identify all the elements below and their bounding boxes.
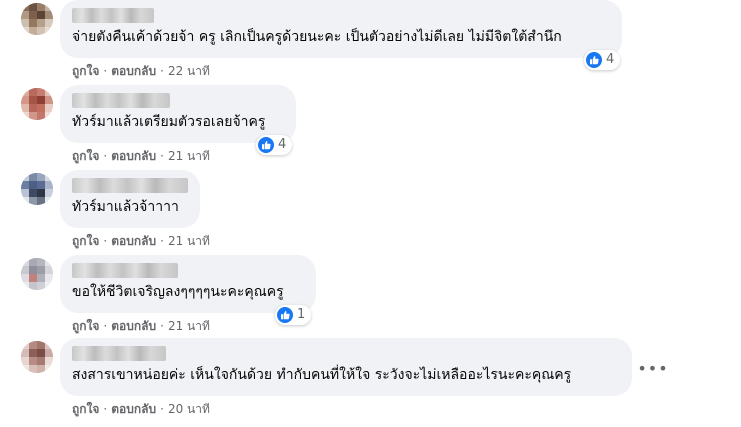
separator: · bbox=[160, 319, 164, 333]
avatar[interactable] bbox=[21, 3, 53, 35]
reaction-summary[interactable]: 1 bbox=[275, 305, 311, 325]
reply-button[interactable]: ตอบกลับ bbox=[111, 149, 156, 163]
comment-timestamp[interactable]: 20 นาที bbox=[168, 402, 210, 416]
like-button[interactable]: ถูกใจ bbox=[72, 402, 99, 416]
comment-bubble: ขอให้ชีวิตเจริญลงๆๆๆๆนะคะคุณครู bbox=[60, 255, 316, 313]
comment-actions: ถูกใจ · ตอบกลับ · 21 นาที bbox=[72, 148, 210, 164]
reply-button[interactable]: ตอบกลับ bbox=[111, 402, 156, 416]
separator: · bbox=[103, 149, 108, 163]
comment-actions: ถูกใจ · ตอบกลับ · 20 นาที bbox=[72, 401, 210, 417]
comment-author[interactable] bbox=[72, 178, 188, 193]
comment-bubble: จ่ายตังคืนเค้าด้วยจ้า ครู เลิกเป็นครูด้ว… bbox=[60, 0, 622, 58]
comment-author[interactable] bbox=[72, 93, 170, 108]
reaction-summary[interactable]: 4 bbox=[584, 50, 620, 70]
avatar[interactable] bbox=[21, 88, 53, 120]
comment-bubble: ทัวร์มาแล้วเตรียมตัวรอเลยจ้าครู bbox=[60, 85, 296, 143]
like-icon bbox=[277, 307, 293, 323]
like-icon bbox=[258, 137, 274, 153]
comment-text: ขอให้ชีวิตเจริญลงๆๆๆๆนะคะคุณครู bbox=[72, 284, 284, 300]
comment-list: จ่ายตังคืนเค้าด้วยจ้า ครู เลิกเป็นครูด้ว… bbox=[0, 0, 741, 427]
separator: · bbox=[103, 64, 108, 78]
like-button[interactable]: ถูกใจ bbox=[72, 319, 99, 333]
comment-timestamp[interactable]: 21 นาที bbox=[168, 149, 210, 163]
comment-timestamp[interactable]: 21 นาที bbox=[168, 319, 210, 333]
separator: · bbox=[160, 149, 164, 163]
separator: · bbox=[160, 64, 164, 78]
comment-text: ทัวร์มาแล้วจ้าาาา bbox=[72, 199, 179, 215]
more-horizontal-icon[interactable]: ••• bbox=[637, 356, 667, 380]
like-button[interactable]: ถูกใจ bbox=[72, 64, 99, 78]
reaction-count: 1 bbox=[297, 307, 306, 322]
reply-button[interactable]: ตอบกลับ bbox=[111, 234, 156, 248]
separator: · bbox=[103, 319, 108, 333]
like-button[interactable]: ถูกใจ bbox=[72, 149, 99, 163]
separator: · bbox=[103, 402, 108, 416]
reaction-count: 4 bbox=[606, 52, 615, 67]
separator: · bbox=[103, 234, 108, 248]
comment-bubble: ทัวร์มาแล้วจ้าาาา bbox=[60, 170, 200, 228]
reply-button[interactable]: ตอบกลับ bbox=[111, 319, 156, 333]
comment-text: สงสารเขาหน่อยค่ะ เห็นใจกันด้วย ทำกับคนที… bbox=[72, 367, 572, 383]
comment-actions: ถูกใจ · ตอบกลับ · 21 นาที bbox=[72, 233, 210, 249]
separator: · bbox=[160, 402, 164, 416]
reaction-count: 4 bbox=[278, 137, 287, 152]
reaction-summary[interactable]: 4 bbox=[256, 135, 292, 155]
comment-bubble: สงสารเขาหน่อยค่ะ เห็นใจกันด้วย ทำกับคนที… bbox=[60, 338, 632, 396]
comment-text: ทัวร์มาแล้วเตรียมตัวรอเลยจ้าครู bbox=[72, 114, 266, 130]
like-button[interactable]: ถูกใจ bbox=[72, 234, 99, 248]
comment-author[interactable] bbox=[72, 8, 154, 23]
comment-text: จ่ายตังคืนเค้าด้วยจ้า ครู เลิกเป็นครูด้ว… bbox=[72, 29, 562, 45]
reply-button[interactable]: ตอบกลับ bbox=[111, 64, 156, 78]
avatar[interactable] bbox=[21, 258, 53, 290]
comment-author[interactable] bbox=[72, 346, 166, 361]
comment-author[interactable] bbox=[72, 263, 178, 278]
comment-actions: ถูกใจ · ตอบกลับ · 22 นาที bbox=[72, 63, 210, 79]
comment-timestamp[interactable]: 21 นาที bbox=[168, 234, 210, 248]
comment-actions: ถูกใจ · ตอบกลับ · 21 นาที bbox=[72, 318, 210, 334]
avatar[interactable] bbox=[21, 173, 53, 205]
avatar[interactable] bbox=[21, 341, 53, 373]
like-icon bbox=[586, 52, 602, 68]
separator: · bbox=[160, 234, 164, 248]
comment-timestamp[interactable]: 22 นาที bbox=[168, 64, 210, 78]
